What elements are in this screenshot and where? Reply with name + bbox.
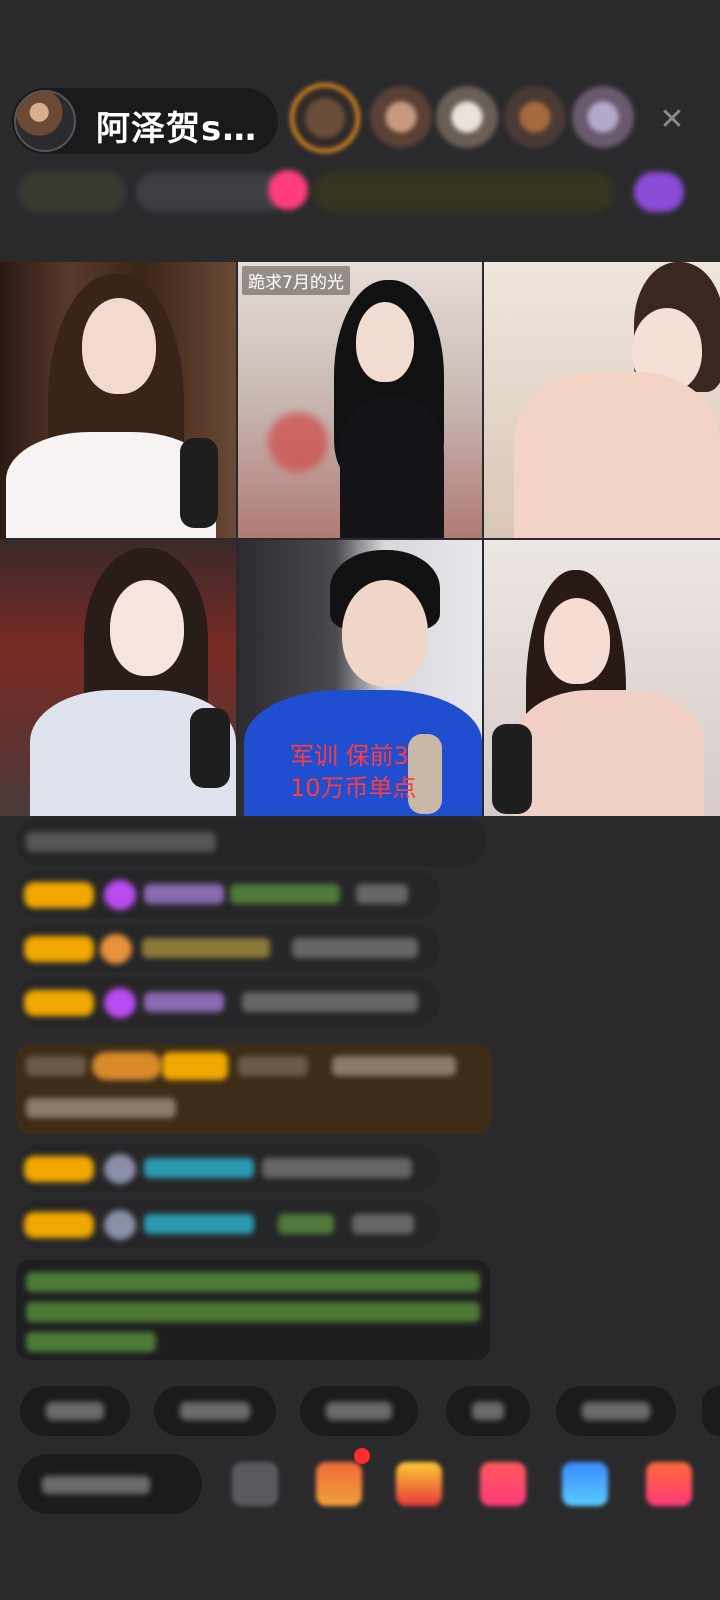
level-badge [24, 1156, 94, 1182]
keyboard-icon[interactable] [232, 1462, 278, 1506]
quick-reply-chip[interactable] [300, 1386, 418, 1436]
quick-reply-chip[interactable] [702, 1386, 720, 1436]
red-packet-icon[interactable] [396, 1462, 442, 1506]
chat-message [16, 818, 486, 866]
share-icon[interactable] [562, 1462, 608, 1506]
tile-caption-line2: 10万币单点 [290, 774, 417, 802]
viewer-avatar[interactable] [436, 86, 498, 148]
room-status-row [18, 170, 698, 216]
quick-reply-chip[interactable] [154, 1386, 276, 1436]
viewer-avatar[interactable] [572, 86, 634, 148]
host-avatar[interactable] [14, 90, 76, 152]
video-tile-1[interactable] [0, 262, 236, 538]
fan-club-chip[interactable] [136, 172, 286, 212]
gem-icon [104, 880, 136, 910]
fan-icon [100, 934, 132, 964]
avatar [104, 1154, 136, 1184]
hourly-rank-chip[interactable] [314, 172, 614, 212]
avatar [104, 1210, 136, 1240]
level-badge [24, 882, 94, 908]
chat-message [16, 1144, 440, 1192]
chat-input[interactable] [18, 1454, 202, 1514]
more-icon[interactable] [646, 1462, 692, 1506]
rank-chip[interactable] [18, 172, 126, 212]
chat-message [16, 924, 440, 972]
game-icon[interactable] [480, 1462, 526, 1506]
viewer-avatar[interactable] [504, 86, 566, 148]
gem-icon [104, 988, 136, 1018]
host-name[interactable]: 阿泽贺s… [96, 101, 257, 150]
quick-reply-chip[interactable] [446, 1386, 530, 1436]
gift-icon[interactable] [268, 170, 308, 210]
level-badge [24, 990, 94, 1016]
multi-guest-video-grid: 跪求7月的光 军训 保前3 10万币单点 [0, 262, 720, 816]
promo-chat-card [16, 1044, 492, 1134]
more-chip[interactable] [634, 172, 684, 212]
tile-caption-line1: 军训 保前3 [290, 742, 409, 770]
video-tile-3[interactable] [484, 262, 720, 538]
notification-dot [354, 1448, 370, 1464]
video-tile-4[interactable] [0, 540, 236, 816]
chat-message [16, 870, 440, 918]
quick-reply-chip[interactable] [556, 1386, 676, 1436]
level-badge [24, 1212, 94, 1238]
chat-message [16, 978, 440, 1026]
live-room-screen: 阿泽贺s… ✕ 跪求7月的光 军训 保前3 10万币单点 [0, 0, 720, 1600]
video-tile-5[interactable]: 军训 保前3 10万币单点 [238, 540, 482, 816]
close-icon[interactable]: ✕ [654, 102, 690, 138]
viewer-avatar[interactable] [290, 83, 360, 153]
room-notice [16, 1260, 490, 1360]
video-tile-2[interactable]: 跪求7月的光 [238, 262, 482, 538]
top-bar: 阿泽贺s… ✕ [12, 83, 712, 158]
host-info-pill[interactable]: 阿泽贺s… [12, 88, 278, 154]
level-badge [24, 936, 94, 962]
tile-title: 跪求7月的光 [242, 266, 350, 295]
video-tile-6[interactable] [484, 540, 720, 816]
chat-message [16, 1200, 440, 1248]
quick-reply-chip[interactable] [20, 1386, 130, 1436]
viewer-avatar[interactable] [370, 86, 432, 148]
gift-box-icon[interactable] [316, 1462, 362, 1506]
